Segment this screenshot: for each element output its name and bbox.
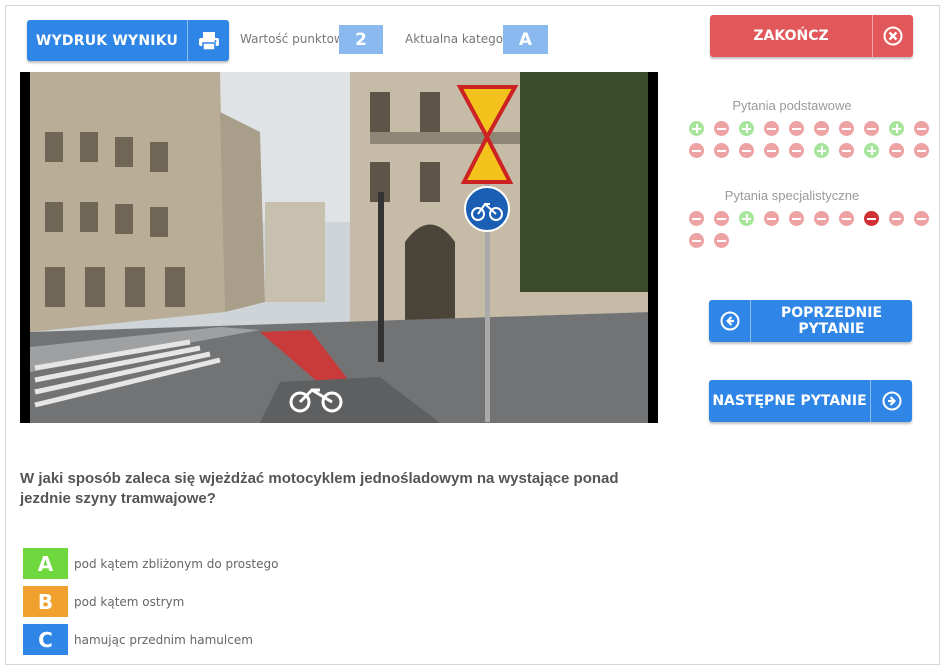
- exam-panel: WYDRUK WYNIKU Wartość punktowa 2 Aktualn…: [5, 5, 940, 665]
- basic-question-indicator[interactable]: [789, 143, 804, 158]
- basic-question-indicator[interactable]: [789, 121, 804, 136]
- answer-c-text: hamując przednim hamulcem: [74, 632, 253, 647]
- basic-question-indicator[interactable]: [714, 143, 729, 158]
- basic-question-indicator[interactable]: [689, 143, 704, 158]
- next-question-label: NASTĘPNE PYTANIE: [712, 393, 867, 409]
- specialist-question-indicator[interactable]: [839, 211, 854, 226]
- basic-question-indicator[interactable]: [764, 121, 779, 136]
- printer-icon: [188, 31, 229, 51]
- close-circle-icon: [873, 26, 913, 46]
- specialist-question-indicator[interactable]: [889, 211, 904, 226]
- basic-question-indicator[interactable]: [889, 121, 904, 136]
- basic-question-indicator[interactable]: [764, 143, 779, 158]
- basic-question-indicator[interactable]: [739, 121, 754, 136]
- answer-b-text: pod kątem ostrym: [74, 594, 185, 609]
- arrow-right-circle-icon: [871, 391, 912, 411]
- end-exam-label: ZAKOŃCZ: [753, 28, 829, 44]
- basic-question-indicator[interactable]: [864, 143, 879, 158]
- basic-question-indicator[interactable]: [864, 121, 879, 136]
- arrow-left-circle-icon: [709, 311, 750, 331]
- answer-b[interactable]: B pod kątem ostrym: [23, 586, 184, 617]
- basic-question-indicator[interactable]: [814, 143, 829, 158]
- specialist-question-indicator[interactable]: [789, 211, 804, 226]
- answer-c[interactable]: C hamując przednim hamulcem: [23, 624, 253, 655]
- answer-a-text: pod kątem zbliżonym do prostego: [74, 556, 279, 571]
- basic-question-indicator[interactable]: [839, 143, 854, 158]
- specialist-question-indicator[interactable]: [689, 211, 704, 226]
- previous-question-button[interactable]: POPRZEDNIE PYTANIE: [709, 300, 912, 342]
- specialist-question-indicator[interactable]: [764, 211, 779, 226]
- specialist-question-indicator[interactable]: [864, 211, 879, 226]
- previous-question-label: POPRZEDNIE PYTANIE: [780, 305, 883, 337]
- street-scene-image: [20, 72, 658, 423]
- end-exam-button[interactable]: ZAKOŃCZ: [710, 15, 913, 57]
- answer-a-letter: A: [23, 548, 68, 579]
- category-label: Aktualna kategoria: [405, 32, 519, 46]
- print-result-button[interactable]: WYDRUK WYNIKU: [27, 20, 229, 61]
- specialist-question-indicator[interactable]: [914, 211, 929, 226]
- basic-question-indicator[interactable]: [714, 121, 729, 136]
- basic-question-indicator[interactable]: [839, 121, 854, 136]
- specialist-question-indicator[interactable]: [714, 233, 729, 248]
- specialist-question-indicator[interactable]: [739, 211, 754, 226]
- basic-question-indicator[interactable]: [689, 121, 704, 136]
- basic-questions-grid: [689, 121, 939, 158]
- answer-b-letter: B: [23, 586, 68, 617]
- specialist-question-indicator[interactable]: [814, 211, 829, 226]
- question-photo: [20, 72, 658, 423]
- basic-question-indicator[interactable]: [739, 143, 754, 158]
- category-value: A: [503, 25, 548, 54]
- basic-question-indicator[interactable]: [914, 143, 929, 158]
- print-result-label: WYDRUK WYNIKU: [35, 32, 179, 49]
- basic-questions-title: Pytania podstawowe: [732, 98, 852, 113]
- question-text: W jaki sposób zaleca się wjeżdżać motocy…: [20, 470, 619, 507]
- basic-question-indicator[interactable]: [914, 121, 929, 136]
- points-label: Wartość punktowa: [240, 32, 352, 46]
- specialist-questions-grid: [689, 211, 939, 248]
- basic-question-indicator[interactable]: [814, 121, 829, 136]
- next-question-button[interactable]: NASTĘPNE PYTANIE: [709, 380, 912, 422]
- points-value: 2: [339, 25, 383, 54]
- answer-a[interactable]: A pod kątem zbliżonym do prostego: [23, 548, 278, 579]
- specialist-question-indicator[interactable]: [714, 211, 729, 226]
- specialist-questions-title: Pytania specjalistyczne: [724, 188, 860, 203]
- specialist-question-indicator[interactable]: [689, 233, 704, 248]
- answer-c-letter: C: [23, 624, 68, 655]
- basic-question-indicator[interactable]: [889, 143, 904, 158]
